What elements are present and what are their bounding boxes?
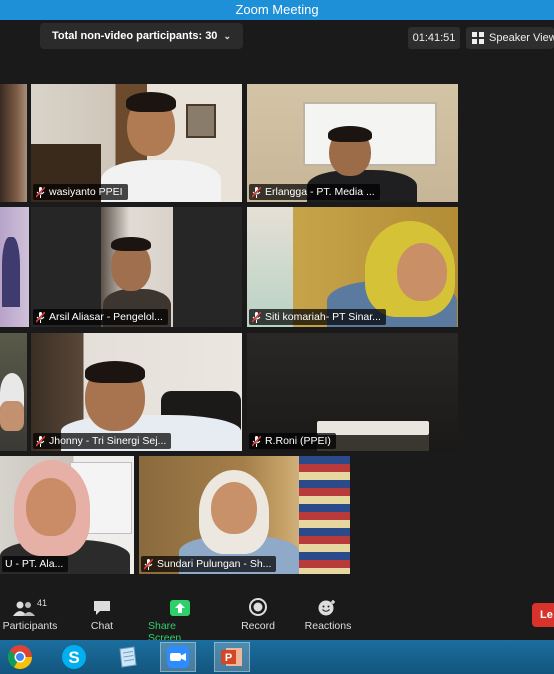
notepad-icon	[119, 646, 137, 668]
chat-label: Chat	[90, 620, 114, 632]
taskbar-notepad[interactable]	[110, 642, 146, 672]
video-tile-partial[interactable]	[0, 84, 27, 202]
powerpoint-icon: P	[221, 648, 242, 666]
video-tile[interactable]: Jhonny - Tri Sinergi Sej...	[31, 333, 242, 451]
participant-name: Sundari Pulungan - Sh...	[157, 558, 272, 570]
record-label: Record	[241, 620, 275, 632]
share-screen-icon	[170, 600, 190, 616]
meeting-timer: 01:41:51	[408, 27, 460, 49]
muted-mic-icon	[36, 186, 45, 198]
video-tile[interactable]: R.Roni (PPEI)	[247, 333, 458, 451]
share-screen-button[interactable]: Share Screen	[148, 594, 212, 644]
muted-mic-icon	[36, 311, 45, 323]
video-tile[interactable]: Arsil Aliasar - Pengelol...	[31, 207, 242, 327]
taskbar-skype[interactable]: S	[56, 642, 92, 672]
video-tile[interactable]: Sundari Pulungan - Sh...	[139, 456, 350, 574]
participant-name: R.Roni (PPEI)	[265, 435, 331, 447]
video-tile[interactable]: U - PT. Ala...	[0, 456, 134, 574]
participant-nameplate: Siti komariah- PT Sinar...	[249, 309, 386, 325]
participants-icon	[12, 601, 35, 616]
participants-label: Participants	[2, 620, 58, 632]
participant-name: Arsil Aliasar - Pengelol...	[49, 311, 163, 323]
participant-name: Jhonny - Tri Sinergi Sej...	[49, 435, 167, 447]
reactions-button[interactable]: Reactions	[304, 594, 352, 632]
chevron-down-icon: ⌄	[223, 30, 231, 41]
taskbar-chrome[interactable]	[2, 642, 38, 672]
record-button[interactable]: Record	[240, 594, 276, 632]
participant-name: Erlangga - PT. Media ...	[265, 186, 375, 198]
participant-nameplate: R.Roni (PPEI)	[249, 433, 336, 449]
participant-nameplate: Arsil Aliasar - Pengelol...	[33, 309, 168, 325]
chat-button[interactable]: Chat	[84, 594, 120, 632]
taskbar-powerpoint[interactable]: P	[214, 642, 250, 672]
leave-button[interactable]: Le	[532, 603, 554, 627]
zoom-icon	[167, 646, 189, 668]
participant-name: wasiyanto PPEI	[49, 186, 123, 198]
video-tile[interactable]: Siti komariah- PT Sinar...	[247, 207, 458, 327]
meeting-top-bar: Total non-video participants: 30 ⌄ 01:41…	[0, 20, 554, 54]
meeting-controls-toolbar: 41 Participants Chat Share Screen Record…	[0, 588, 554, 644]
video-tile[interactable]: Erlangga - PT. Media ...	[247, 84, 458, 202]
record-icon	[249, 598, 267, 616]
participant-nameplate: Erlangga - PT. Media ...	[249, 184, 380, 200]
video-tile-partial-active-speaker[interactable]	[0, 207, 29, 327]
participants-button[interactable]: 41 Participants	[2, 594, 58, 632]
video-tile-partial[interactable]	[0, 333, 27, 451]
video-tile[interactable]: wasiyanto PPEI	[31, 84, 242, 202]
participant-nameplate: U - PT. Ala...	[2, 556, 69, 572]
muted-mic-icon	[36, 435, 45, 447]
non-video-participants-label: Total non-video participants: 30	[52, 30, 218, 42]
muted-mic-icon	[252, 435, 261, 447]
participant-nameplate: Jhonny - Tri Sinergi Sej...	[33, 433, 172, 449]
chat-icon	[94, 601, 110, 615]
window-title: Zoom Meeting	[235, 2, 319, 17]
windows-taskbar: S P	[0, 640, 554, 674]
participant-name: U - PT. Ala...	[5, 558, 64, 570]
participant-nameplate: wasiyanto PPEI	[33, 184, 128, 200]
participant-name: Siti komariah- PT Sinar...	[265, 311, 381, 323]
speaker-view-label: Speaker View	[489, 32, 554, 44]
participants-count: 41	[36, 598, 47, 608]
muted-mic-icon	[252, 311, 261, 323]
grid-icon	[472, 32, 484, 44]
reactions-label: Reactions	[304, 620, 352, 632]
chrome-icon	[7, 645, 32, 670]
reactions-icon	[318, 600, 335, 616]
svg-text:S: S	[68, 648, 79, 667]
skype-icon: S	[62, 645, 86, 669]
speaker-view-button[interactable]: Speaker View	[466, 27, 554, 49]
non-video-participants-dropdown[interactable]: Total non-video participants: 30 ⌄	[40, 23, 243, 49]
muted-mic-icon	[252, 186, 261, 198]
muted-mic-icon	[144, 558, 153, 570]
window-title-bar: Zoom Meeting	[0, 0, 554, 20]
svg-text:P: P	[225, 652, 232, 664]
taskbar-zoom[interactable]	[160, 642, 196, 672]
participant-nameplate: Sundari Pulungan - Sh...	[141, 556, 277, 572]
